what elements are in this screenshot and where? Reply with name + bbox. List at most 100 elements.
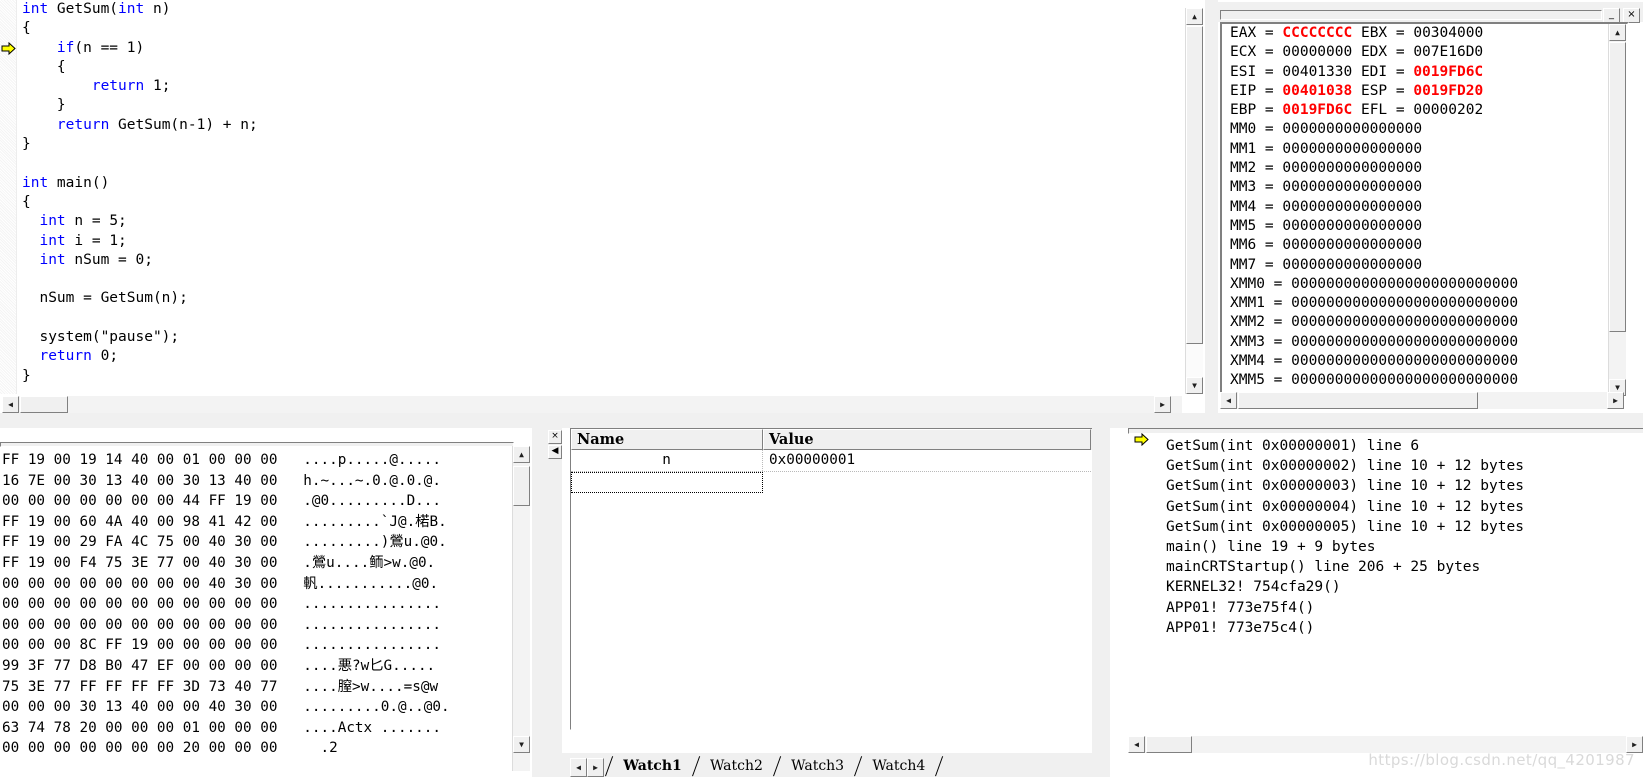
restore-window-button[interactable]: _ bbox=[1603, 8, 1620, 23]
memory-row[interactable]: FF 19 00 29 FA 4C 75 00 40 30 00 .......… bbox=[2, 532, 510, 553]
code-line[interactable]: int GetSum(int n) bbox=[22, 0, 258, 19]
editor-gutter[interactable] bbox=[0, 0, 17, 394]
code-line[interactable] bbox=[22, 309, 258, 328]
register-row-mm[interactable]: MM7 = 0000000000000000 bbox=[1222, 256, 1627, 275]
memory-row[interactable]: FF 19 00 F4 75 3E 77 00 40 30 00 .鶯u....… bbox=[2, 553, 510, 574]
watch-rows[interactable]: n 0x00000001 bbox=[571, 450, 1093, 493]
watch-pane[interactable]: Name Value n 0x00000001 ◀ ▶ ╱ Watch1 ╱ Watch… bbox=[562, 428, 1094, 777]
watch-value-cell[interactable]: 0x00000001 bbox=[763, 450, 1091, 471]
register-row-mm[interactable]: MM5 = 0000000000000000 bbox=[1222, 217, 1627, 236]
code-line[interactable]: return 1; bbox=[22, 77, 258, 96]
memory-row[interactable]: 00 00 00 00 00 00 00 44 FF 19 00 .@0....… bbox=[2, 491, 510, 512]
scroll-down-button[interactable]: ▼ bbox=[1186, 377, 1203, 394]
register-row-mm[interactable]: MM2 = 0000000000000000 bbox=[1222, 159, 1627, 178]
close-window-button[interactable]: × bbox=[1623, 8, 1640, 23]
register-row-xmm[interactable]: XMM0 = 00000000000000000000000000 bbox=[1222, 275, 1627, 294]
memory-row[interactable]: 00 00 00 8C FF 19 00 00 00 00 00 .......… bbox=[2, 635, 510, 656]
code-line[interactable]: } bbox=[22, 367, 258, 386]
register-row-xmm[interactable]: XMM1 = 00000000000000000000000000 bbox=[1222, 294, 1627, 313]
code-line[interactable]: int i = 1; bbox=[22, 232, 258, 251]
scrollbar-thumb-horizontal[interactable] bbox=[1238, 392, 1478, 409]
callstack-frame[interactable]: mainCRTStartup() line 206 + 25 bytes bbox=[1128, 557, 1643, 577]
memory-row[interactable]: 00 00 00 30 13 40 00 00 40 30 00 .......… bbox=[2, 697, 510, 718]
scroll-left-button[interactable]: ◀ bbox=[1220, 392, 1237, 409]
watch-callstack-splitter[interactable] bbox=[1092, 428, 1110, 777]
column-header-value[interactable]: Value bbox=[763, 429, 1091, 450]
source-horizontal-scrollbar[interactable]: ◀ ▶ bbox=[2, 396, 1182, 413]
scroll-right-button[interactable]: ▶ bbox=[1607, 392, 1624, 409]
watch-tab-watch3[interactable]: Watch3 bbox=[782, 755, 853, 777]
code-line[interactable] bbox=[22, 154, 258, 173]
memory-row[interactable]: 00 00 00 00 00 00 00 00 00 00 00 .......… bbox=[2, 594, 510, 615]
code-line[interactable]: int main() bbox=[22, 174, 258, 193]
watch-tab-watch2[interactable]: Watch2 bbox=[701, 755, 772, 777]
callstack-frame[interactable]: APP01! 773e75c4() bbox=[1128, 618, 1643, 638]
register-row-xmm[interactable]: XMM2 = 00000000000000000000000000 bbox=[1222, 313, 1627, 332]
code-line[interactable]: system("pause"); bbox=[22, 328, 258, 347]
watch-tabstrip[interactable]: ◀ ▶ ╱ Watch1 ╱ Watch2 ╱ Watch3 ╱ Watch4 ╱ bbox=[562, 753, 1092, 777]
callstack-frame[interactable]: KERNEL32! 754cfa29() bbox=[1128, 577, 1643, 597]
callstack-frames[interactable]: GetSum(int 0x00000001) line 6 GetSum(int … bbox=[1128, 436, 1643, 638]
watch-tabs[interactable]: ╱ Watch1 ╱ Watch2 ╱ Watch3 ╱ Watch4 ╱ bbox=[604, 755, 945, 777]
memory-row[interactable]: 00 00 00 00 00 00 00 00 40 30 00 軓......… bbox=[2, 574, 510, 595]
registers-vertical-scrollbar[interactable]: ▲ ▼ bbox=[1608, 24, 1626, 396]
register-row[interactable]: ESI = 00401330 EDI = 0019FD6C bbox=[1222, 63, 1627, 82]
source-vertical-scrollbar[interactable]: ▲ ▼ bbox=[1185, 8, 1203, 394]
callstack-frame[interactable]: GetSum(int 0x00000003) line 10 + 12 byte… bbox=[1128, 476, 1643, 496]
code-line[interactable] bbox=[22, 270, 258, 289]
code-line[interactable]: return 0; bbox=[22, 347, 258, 366]
memory-row[interactable]: 75 3E 77 FF FF FF FF 3D 73 40 77 ....膣>w… bbox=[2, 677, 510, 698]
register-row[interactable]: EBP = 0019FD6C EFL = 00000202 bbox=[1222, 101, 1627, 120]
watch-new-entry-row[interactable] bbox=[571, 472, 1093, 493]
code-line[interactable]: return GetSum(n-1) + n; bbox=[22, 116, 258, 135]
register-row-mm[interactable]: MM6 = 0000000000000000 bbox=[1222, 236, 1627, 255]
horizontal-splitter[interactable] bbox=[0, 413, 1643, 428]
callstack-frame[interactable]: GetSum(int 0x00000004) line 10 + 12 byte… bbox=[1128, 497, 1643, 517]
watch-close-button[interactable]: × bbox=[548, 430, 562, 444]
code-line[interactable]: { bbox=[22, 58, 258, 77]
watch-tab-watch4[interactable]: Watch4 bbox=[863, 755, 934, 777]
memory-hex-dump[interactable]: FF 19 00 19 14 40 00 01 00 00 00 ....p..… bbox=[2, 450, 510, 759]
code-line[interactable]: { bbox=[22, 19, 258, 38]
watch-name-cell[interactable]: n bbox=[571, 450, 763, 471]
memory-row[interactable]: 00 00 00 00 00 00 00 20 00 00 00 .2 bbox=[2, 738, 510, 759]
source-code-text[interactable]: int GetSum(int n){ if(n == 1) { return 1… bbox=[22, 0, 258, 386]
watch-dock-button[interactable]: ◀ bbox=[548, 445, 562, 459]
scroll-up-button[interactable]: ▲ bbox=[1186, 8, 1203, 25]
register-row-xmm[interactable]: XMM5 = 00000000000000000000000000 bbox=[1222, 371, 1627, 390]
register-row-mm[interactable]: MM4 = 0000000000000000 bbox=[1222, 198, 1627, 217]
tab-scroll-right-button[interactable]: ▶ bbox=[587, 758, 604, 777]
memory-row[interactable]: 99 3F 77 D8 B0 47 EF 00 00 00 00 ....悪?w… bbox=[2, 656, 510, 677]
register-row-xmm[interactable]: XMM4 = 00000000000000000000000000 bbox=[1222, 352, 1627, 371]
callstack-frame[interactable]: GetSum(int 0x00000002) line 10 + 12 byte… bbox=[1128, 456, 1643, 476]
register-row[interactable]: EAX = CCCCCCCC EBX = 00304000 bbox=[1222, 24, 1627, 43]
code-line[interactable]: int nSum = 0; bbox=[22, 251, 258, 270]
callstack-frame[interactable]: main() line 19 + 9 bytes bbox=[1128, 537, 1643, 557]
code-line[interactable]: nSum = GetSum(n); bbox=[22, 289, 258, 308]
scroll-up-button[interactable]: ▲ bbox=[1609, 24, 1626, 41]
memory-row[interactable]: 63 74 78 20 00 00 00 01 00 00 00 ....Act… bbox=[2, 718, 510, 739]
scroll-up-button[interactable]: ▲ bbox=[513, 446, 530, 463]
code-line[interactable]: int n = 5; bbox=[22, 212, 258, 231]
register-row-xmm[interactable]: XMM3 = 00000000000000000000000000 bbox=[1222, 333, 1627, 352]
watch-tab-watch1[interactable]: Watch1 bbox=[614, 755, 691, 777]
scroll-left-button[interactable]: ◀ bbox=[2, 396, 19, 413]
tab-scroll-left-button[interactable]: ◀ bbox=[570, 758, 587, 777]
callstack-frame[interactable]: GetSum(int 0x00000001) line 6 bbox=[1128, 436, 1643, 456]
watch-new-value-cell[interactable] bbox=[763, 472, 1091, 493]
callstack-frame[interactable]: APP01! 773e75f4() bbox=[1128, 598, 1643, 618]
watch-table[interactable]: Name Value n 0x00000001 bbox=[570, 428, 1094, 730]
scroll-right-button[interactable]: ▶ bbox=[1154, 396, 1171, 413]
memory-pane[interactable]: FF 19 00 19 14 40 00 01 00 00 00 ....p..… bbox=[0, 428, 532, 777]
column-header-name[interactable]: Name bbox=[571, 429, 763, 450]
register-row[interactable]: ECX = 00000000 EDX = 007E16D0 bbox=[1222, 43, 1627, 62]
registers-list[interactable]: EAX = CCCCCCCC EBX = 00304000 ECX = 00000… bbox=[1220, 22, 1629, 402]
memory-watch-splitter[interactable] bbox=[532, 428, 562, 777]
memory-row[interactable]: FF 19 00 19 14 40 00 01 00 00 00 ....p..… bbox=[2, 450, 510, 471]
scroll-down-button[interactable]: ▼ bbox=[513, 736, 530, 753]
scrollbar-thumb-horizontal[interactable] bbox=[1146, 736, 1192, 753]
memory-row[interactable]: 00 00 00 00 00 00 00 00 00 00 00 .......… bbox=[2, 615, 510, 636]
code-line[interactable]: } bbox=[22, 135, 258, 154]
register-row-mm[interactable]: MM1 = 0000000000000000 bbox=[1222, 140, 1627, 159]
vertical-splitter[interactable] bbox=[1205, 0, 1218, 418]
